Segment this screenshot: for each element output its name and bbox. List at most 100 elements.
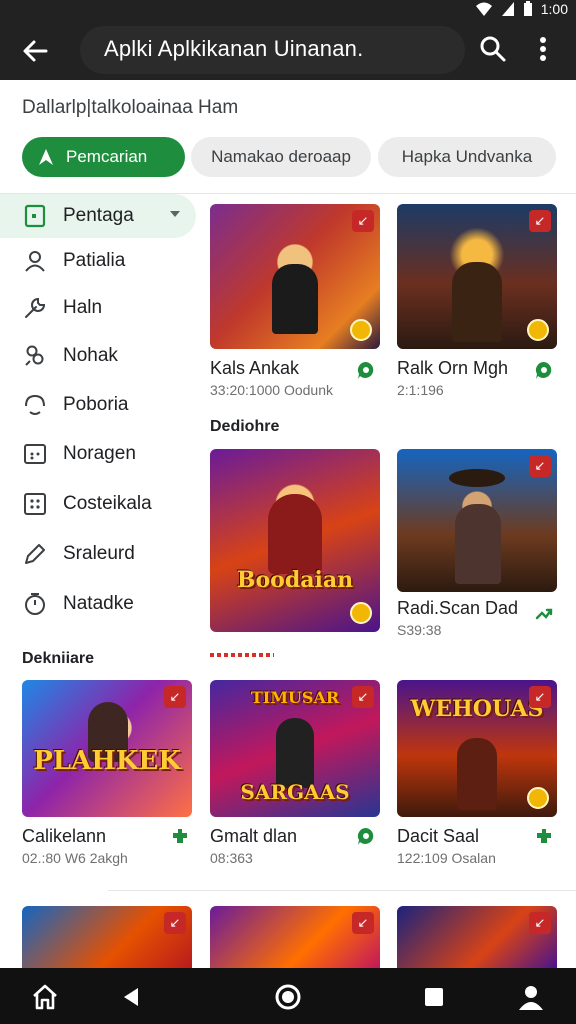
- badge-icon: ↙: [352, 912, 374, 934]
- sidebar-item-noragen[interactable]: Noragen: [0, 432, 196, 476]
- search-icon[interactable]: [478, 34, 508, 64]
- sidebar-item-label: Pentaga: [63, 205, 134, 226]
- sidebar-item-pentaga[interactable]: Pentaga: [0, 194, 196, 238]
- signal-icon: [501, 2, 514, 16]
- wifi-icon: [475, 2, 492, 16]
- game-card-4-image[interactable]: ↙: [397, 449, 557, 592]
- chip-label: Namakao deroaap: [211, 147, 351, 166]
- art-title: SARGAAS: [240, 780, 350, 804]
- coin-icon: [527, 319, 549, 341]
- sidebar-item-label: Costeikala: [63, 493, 152, 514]
- home-icon[interactable]: [30, 982, 60, 1012]
- card-title: Ralk Orn Mgh: [397, 358, 509, 378]
- chat-icon[interactable]: [356, 826, 376, 846]
- chip-filter-3[interactable]: Hapka Undvanka: [378, 137, 556, 177]
- card-meta: S39:38: [397, 622, 442, 638]
- app-title: Aplki Aplkikanan Uinanan.: [104, 36, 364, 61]
- badge-icon: ↙: [529, 455, 551, 477]
- game-card-8-image[interactable]: ↙: [22, 906, 192, 968]
- back-triangle-icon[interactable]: [116, 982, 146, 1012]
- game-card-3-image[interactable]: Boodaian: [210, 449, 380, 632]
- character-figure: [452, 262, 502, 342]
- art-title: PLAHKEK: [33, 746, 181, 776]
- section-featured-label: Dediohre: [210, 418, 280, 435]
- sidebar-item-sraleurd[interactable]: Sraleurd: [0, 532, 196, 576]
- recents-square-icon[interactable]: [419, 982, 449, 1012]
- game-card-5-image[interactable]: PLAHKEK ↙: [22, 680, 192, 817]
- card-meta: 122:109 Osalan: [397, 850, 496, 866]
- character-figure: [268, 494, 322, 574]
- square-icon: [24, 204, 46, 228]
- sidebar-item-nohak[interactable]: Nohak: [0, 334, 196, 378]
- section-more-label: Dekniiare: [22, 650, 95, 667]
- card-meta: 02.:80 W6 2akgh: [22, 850, 128, 866]
- share-icon[interactable]: [534, 604, 554, 624]
- coin-icon: [527, 787, 549, 809]
- character-figure: [276, 718, 314, 788]
- badge-icon: ↙: [529, 686, 551, 708]
- profile-icon[interactable]: [516, 982, 546, 1012]
- back-arrow-icon[interactable]: [18, 34, 52, 68]
- grid-icon: [24, 493, 46, 515]
- puzzle-icon[interactable]: [170, 826, 190, 846]
- headset-icon: [25, 394, 45, 415]
- chat-icon[interactable]: [534, 360, 554, 380]
- arrow-up-icon: [39, 149, 53, 165]
- chat-icon[interactable]: [356, 360, 376, 380]
- card-title: Dacit Saal: [397, 826, 480, 846]
- status-bar: 1:00: [0, 0, 576, 20]
- person-icon: [25, 251, 45, 272]
- sidebar-item-label: Poboria: [63, 394, 129, 415]
- bottom-navigation: [0, 968, 576, 1024]
- sidebar-item-label: Patialia: [63, 250, 126, 271]
- chip-label: Pemcarian: [66, 147, 148, 166]
- badge-icon: ↙: [164, 686, 186, 708]
- sidebar-item-label: Haln: [63, 297, 103, 318]
- game-card-1-image[interactable]: ↙: [210, 204, 380, 349]
- wrench-icon: [25, 297, 46, 318]
- badge-icon: ↙: [164, 912, 186, 934]
- character-figure: [457, 738, 497, 810]
- people-icon: [25, 345, 44, 366]
- timer-icon: [25, 593, 45, 615]
- game-card-6-image[interactable]: TIMUSAR SARGAAS ↙: [210, 680, 380, 817]
- game-card-10-image[interactable]: ↙: [397, 906, 557, 968]
- page-subtitle: Dallarlp|talkoloainaa Ham: [22, 97, 239, 118]
- sidebar-item-poboria[interactable]: Poboria: [0, 383, 196, 427]
- badge-icon: ↙: [529, 210, 551, 232]
- badge-icon: ↙: [352, 210, 374, 232]
- card-title: Calikelann: [22, 826, 107, 846]
- sidebar-item-natadke[interactable]: Natadke: [0, 582, 196, 626]
- home-circle-icon[interactable]: [273, 982, 303, 1012]
- more-vert-icon[interactable]: [530, 34, 556, 64]
- sidebar-item-costeikala[interactable]: Costeikala: [0, 482, 196, 526]
- game-card-2-image[interactable]: ↙: [397, 204, 557, 349]
- card-title: Radi.Scan Dad: [397, 598, 519, 618]
- puzzle-icon[interactable]: [534, 826, 554, 846]
- divider: [108, 890, 576, 891]
- sidebar-item-patialia[interactable]: Patialia: [0, 239, 196, 283]
- card-title: Gmalt dlan: [210, 826, 298, 846]
- sidebar-item-label: Nohak: [63, 345, 118, 366]
- coin-icon: [350, 602, 372, 624]
- hat-shape: [449, 469, 505, 487]
- badge-icon: ↙: [352, 686, 374, 708]
- game-card-7-image[interactable]: WEHOUAS ↙: [397, 680, 557, 817]
- chevron-down-icon: [170, 211, 180, 217]
- progress-dots: [210, 653, 274, 657]
- pen-icon: [25, 544, 45, 564]
- battery-icon: [523, 1, 532, 16]
- app-bar: Aplki Aplkikanan Uinanan.: [0, 20, 576, 80]
- sidebar-item-label: Natadke: [63, 593, 134, 614]
- game-card-9-image[interactable]: ↙: [210, 906, 380, 968]
- status-time: 1:00: [540, 1, 568, 17]
- chip-filter-2[interactable]: Namakao deroaap: [191, 137, 371, 177]
- card-meta: 33:20:1000 Oodunk: [210, 382, 333, 398]
- sidebar-item-haln[interactable]: Haln: [0, 286, 196, 330]
- chip-search[interactable]: Pemcarian: [22, 137, 185, 177]
- calendar-icon: [24, 444, 46, 464]
- card-title: Kals Ankak: [210, 358, 300, 378]
- coin-icon: [350, 319, 372, 341]
- card-meta: 2:1:196: [397, 382, 444, 398]
- art-title: Boodaian: [236, 567, 354, 593]
